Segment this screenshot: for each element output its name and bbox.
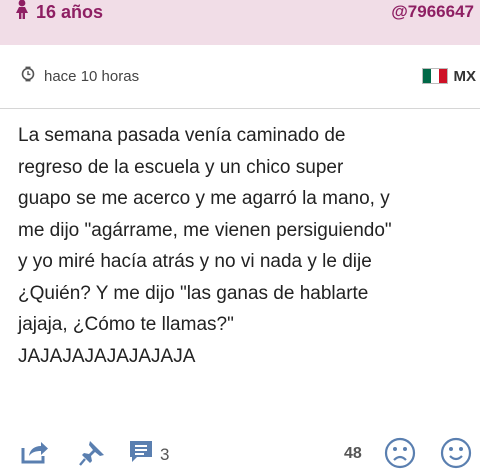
clock-icon — [20, 66, 36, 86]
post-time: hace 10 horas — [20, 65, 139, 87]
country-code: MX — [453, 67, 477, 85]
post-body: La semana pasada venía caminado de regre… — [18, 120, 474, 372]
flag-stripe-red — [438, 69, 447, 83]
post-header: 16 años @7966647 — [0, 0, 480, 45]
post-meta: hace 10 horas MX — [0, 45, 480, 109]
author-age: 16 años — [14, 0, 103, 24]
post-line: regreso de la escuela y un chico super — [18, 156, 344, 178]
post-line: me dijo "agárrame, me vienen persiguiend… — [18, 219, 392, 241]
comment-count: 3 — [160, 444, 170, 464]
mexico-flag-icon — [421, 68, 448, 84]
downvote-button[interactable] — [384, 437, 416, 474]
age-label: 16 años — [36, 1, 104, 22]
comment-icon — [128, 439, 154, 470]
post-line: ¿Quién? Y me dijo "las ganas de hablarte — [18, 282, 369, 304]
score: 48 — [344, 445, 362, 463]
pin-button[interactable] — [78, 439, 106, 472]
sad-face-icon — [384, 437, 416, 474]
post-line: JAJAJAJAJAJAJAJA — [18, 345, 196, 367]
flag-stripe-white — [430, 69, 439, 83]
post-line: guapo se me acerco y me agarró la mano, … — [18, 188, 390, 209]
author-handle[interactable]: @7966647 — [391, 0, 474, 24]
pin-icon — [78, 439, 106, 472]
post-line: y yo miré hacía atrás y no vi nada y le … — [18, 251, 372, 272]
post-line: jajaja, ¿Cómo te llamas?" — [18, 314, 234, 335]
flag-stripe-green — [422, 69, 431, 83]
country-tag: MX — [421, 65, 477, 87]
post-line: La semana pasada venía caminado de — [18, 125, 346, 146]
score-value: 48 — [344, 445, 362, 462]
upvote-button[interactable] — [440, 437, 472, 474]
time-label: hace 10 horas — [44, 67, 140, 85]
share-button[interactable] — [20, 439, 50, 470]
share-icon — [20, 439, 50, 470]
female-icon — [14, 0, 30, 26]
post-toolbar: 3 48 — [0, 433, 480, 473]
happy-face-icon — [440, 437, 472, 474]
comments-button[interactable]: 3 — [128, 439, 169, 470]
